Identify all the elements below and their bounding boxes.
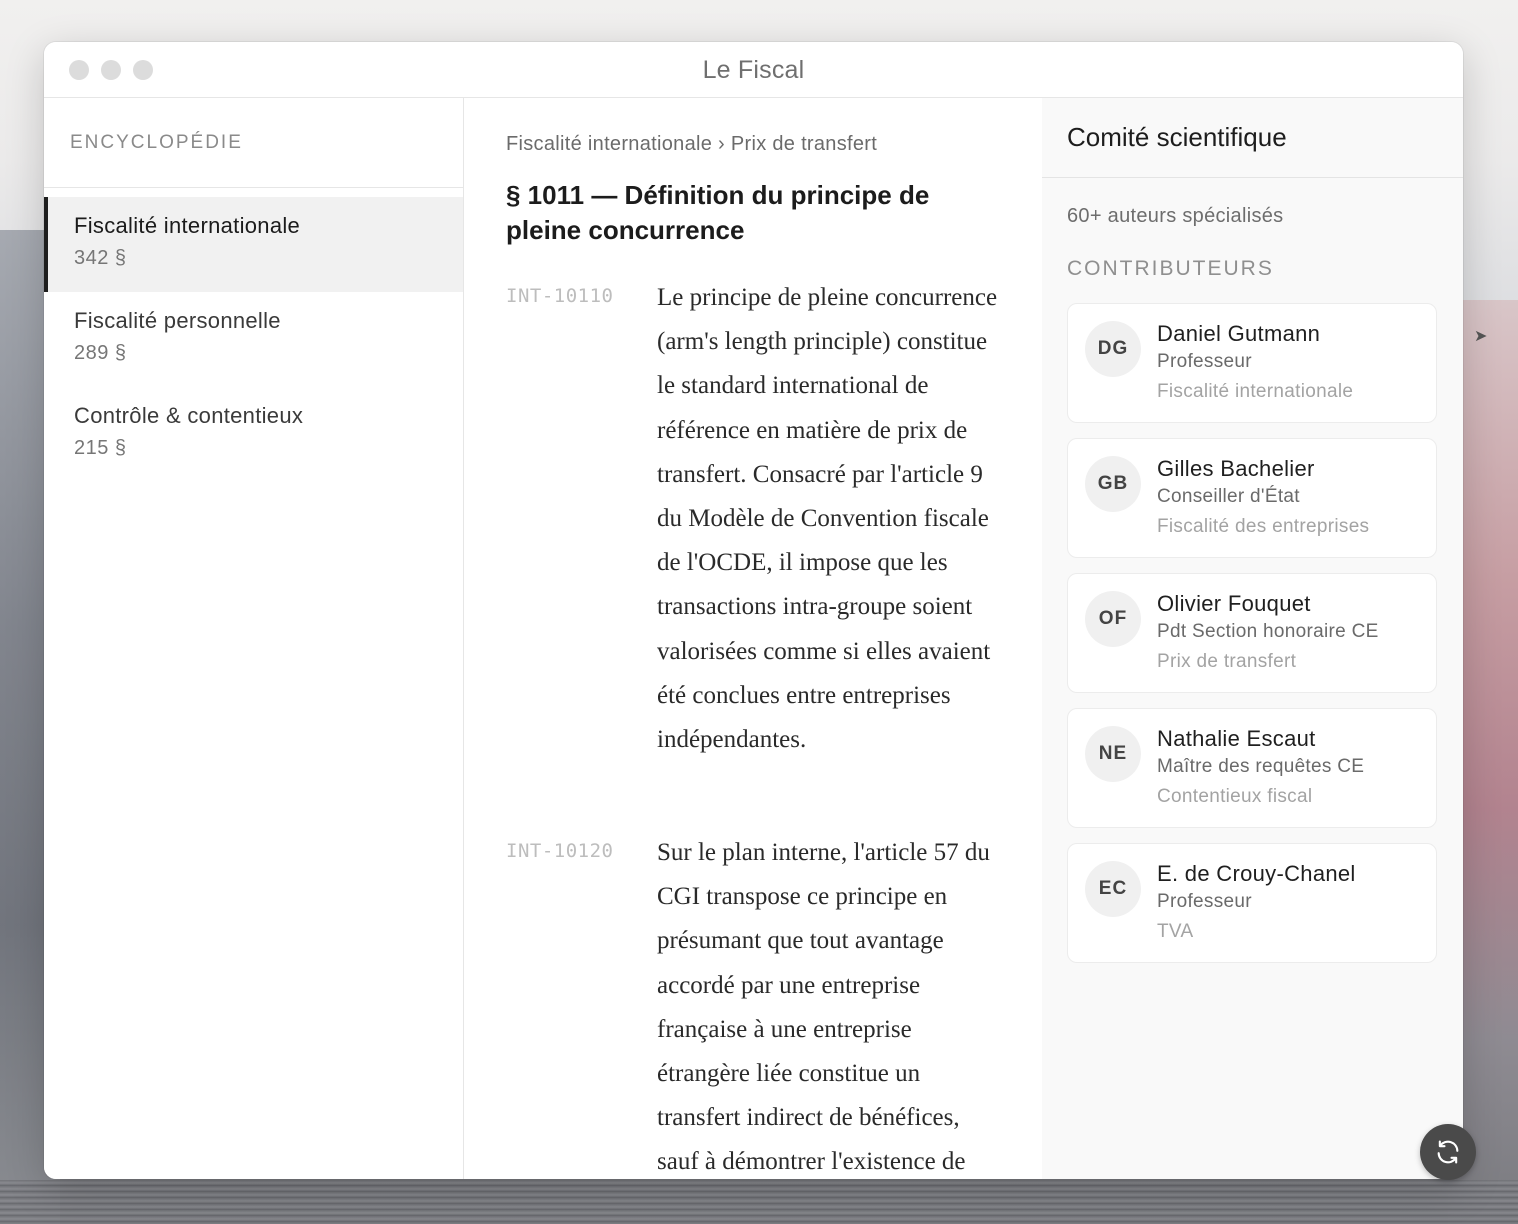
paragraph-text: Le principe de pleine concurrence (arm's…: [657, 284, 998, 754]
contributor-name: Nathalie Escaut: [1157, 726, 1316, 751]
sidebar-item-count: 289 §: [74, 342, 127, 364]
contributor-role: Conseiller d'État: [1157, 486, 1300, 507]
refresh-icon: [1437, 1140, 1459, 1164]
contributor-role: Pdt Section honoraire CE: [1157, 621, 1379, 642]
panel-title: Comité scientifique: [1042, 98, 1463, 178]
contributor-name: Gilles Bachelier: [1157, 456, 1315, 481]
panel-subtitle: 60+ auteurs spécialisés: [1067, 205, 1284, 227]
contributor-role: Professeur: [1157, 351, 1252, 372]
contributor-role: Professeur: [1157, 891, 1252, 912]
sidebar-item-count: 215 §: [74, 437, 127, 459]
refresh-button[interactable]: [1420, 1124, 1476, 1180]
contributor-card[interactable]: EC E. de Crouy-Chanel Professeur TVA: [1067, 843, 1437, 963]
title-bar: Le Fiscal: [44, 42, 1463, 98]
avatar: NE: [1085, 726, 1141, 782]
sidebar-item-controle-contentieux[interactable]: Contrôle & contentieux 215 §: [44, 387, 463, 482]
contributor-name: Daniel Gutmann: [1157, 321, 1321, 346]
paragraph-text: Sur le plan interne, l'article 57 du CGI…: [657, 839, 990, 1176]
breadcrumb[interactable]: Fiscalité internationale › Prix de trans…: [506, 133, 877, 156]
contributors-heading: CONTRIBUTEURS: [1067, 257, 1274, 280]
sidebar-item-label: Contrôle & contentieux: [74, 403, 304, 428]
committee-panel: Comité scientifique 60+ auteurs spéciali…: [1042, 98, 1463, 1179]
contributor-name: Olivier Fouquet: [1157, 591, 1311, 616]
article-title: § 1011 — Définition du principe de plein…: [506, 180, 930, 245]
window-title: Le Fiscal: [702, 56, 805, 84]
contributor-field: Fiscalité internationale: [1157, 381, 1354, 402]
contributor-field: Fiscalité des entreprises: [1157, 516, 1370, 537]
contributor-card[interactable]: GB Gilles Bachelier Conseiller d'État Fi…: [1067, 438, 1437, 558]
contributor-role: Maître des requêtes CE: [1157, 756, 1365, 777]
avatar: DG: [1085, 321, 1141, 377]
paragraph-code: INT-10110: [506, 285, 614, 307]
article-content: Fiscalité internationale › Prix de trans…: [464, 98, 1041, 1179]
sidebar: ENCYCLOPÉDIE Fiscalité internationale 34…: [44, 98, 464, 1179]
contributor-card[interactable]: DG Daniel Gutmann Professeur Fiscalité i…: [1067, 303, 1437, 423]
background-water: [0, 1180, 1518, 1224]
avatar: OF: [1085, 591, 1141, 647]
sidebar-item-fiscalite-internationale[interactable]: Fiscalité internationale 342 §: [44, 197, 463, 292]
paragraph-code: INT-10120: [506, 840, 614, 862]
app-window: Le Fiscal ENCYCLOPÉDIE Fiscalité interna…: [44, 42, 1463, 1179]
sidebar-item-fiscalite-personnelle[interactable]: Fiscalité personnelle 289 §: [44, 292, 463, 387]
avatar: EC: [1085, 861, 1141, 917]
sidebar-list: Fiscalité internationale 342 § Fiscalité…: [44, 188, 463, 482]
sidebar-item-label: Fiscalité personnelle: [74, 308, 281, 333]
contributor-field: Prix de transfert: [1157, 651, 1297, 672]
sidebar-heading: ENCYCLOPÉDIE: [44, 98, 463, 188]
contributors-list: DG Daniel Gutmann Professeur Fiscalité i…: [1067, 303, 1437, 978]
bird-icon: ➤: [1474, 328, 1488, 345]
avatar: GB: [1085, 456, 1141, 512]
contributor-card[interactable]: NE Nathalie Escaut Maître des requêtes C…: [1067, 708, 1437, 828]
contributor-field: Contentieux fiscal: [1157, 786, 1313, 807]
sidebar-item-count: 342 §: [74, 247, 127, 269]
contributor-field: TVA: [1157, 921, 1194, 942]
contributor-card[interactable]: OF Olivier Fouquet Pdt Section honoraire…: [1067, 573, 1437, 693]
contributor-name: E. de Crouy-Chanel: [1157, 861, 1356, 886]
sidebar-item-label: Fiscalité internationale: [74, 213, 301, 238]
